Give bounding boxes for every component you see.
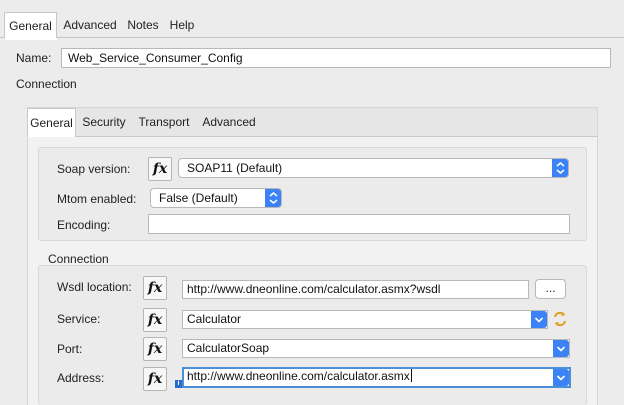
mtom-select[interactable]: False (Default) xyxy=(150,188,282,208)
inner-tab-transport-label: Transport xyxy=(138,115,190,129)
refresh-icon[interactable] xyxy=(552,310,568,328)
wsdl-fx-button[interactable]: fx xyxy=(143,276,167,300)
active-tab-joiner xyxy=(5,38,57,40)
inner-tab-security-label: Security xyxy=(82,115,126,129)
top-tab-bar: General Advanced Notes Help xyxy=(0,12,624,39)
tab-help[interactable]: Help xyxy=(166,12,198,39)
select-arrows-icon xyxy=(265,189,281,207)
service-combo[interactable]: Calculator xyxy=(182,310,548,329)
soap-version-fx-button[interactable]: fx xyxy=(148,157,172,181)
service-value: Calculator xyxy=(187,312,242,326)
tab-advanced-label: Advanced xyxy=(63,18,117,32)
inner-tab-general-label: General xyxy=(30,116,73,130)
inner-tab-bar: General Security Transport Advanced xyxy=(27,108,598,138)
connection-group-label: Connection xyxy=(48,252,109,266)
text-cursor xyxy=(410,369,412,382)
address-label: Address: xyxy=(57,371,105,385)
mtom-value: False (Default) xyxy=(159,191,238,205)
port-value: CalculatorSoap xyxy=(187,341,270,355)
soap-version-label: Soap version: xyxy=(57,162,131,176)
select-arrows-icon xyxy=(552,159,568,177)
chevron-down-icon xyxy=(553,369,569,386)
inner-tab-advanced-label: Advanced xyxy=(202,115,256,129)
chevron-down-icon xyxy=(531,311,547,328)
connection-section-label: Connection xyxy=(16,77,77,91)
info-icon: i xyxy=(175,380,182,388)
wsdl-location-field[interactable]: http://www.dneonline.com/calculator.asmx… xyxy=(182,280,529,299)
inner-tab-security[interactable]: Security xyxy=(79,108,129,137)
name-label: Name: xyxy=(16,51,52,65)
tab-help-label: Help xyxy=(169,18,195,32)
port-combo[interactable]: CalculatorSoap xyxy=(182,339,570,358)
tab-general-label: General xyxy=(9,19,52,33)
tab-notes[interactable]: Notes xyxy=(124,12,162,39)
address-value: http://www.dneonline.com/calculator.asmx xyxy=(187,369,410,383)
wsdl-location-label: Wsdl location: xyxy=(57,280,132,294)
encoding-field[interactable] xyxy=(148,214,570,234)
tab-notes-label: Notes xyxy=(127,18,159,32)
inner-tab-transport[interactable]: Transport xyxy=(135,108,193,137)
chevron-down-icon xyxy=(553,340,569,357)
address-fx-button[interactable]: fx xyxy=(143,367,167,391)
service-label: Service: xyxy=(57,312,101,326)
name-field[interactable]: Web_Service_Consumer_Config xyxy=(61,48,611,68)
encoding-label: Encoding: xyxy=(57,218,111,232)
port-label: Port: xyxy=(57,342,83,356)
service-fx-button[interactable]: fx xyxy=(143,308,167,332)
browse-button[interactable]: ... xyxy=(535,279,566,299)
address-combo[interactable]: http://www.dneonline.com/calculator.asmx xyxy=(182,367,571,388)
mtom-label: Mtom enabled: xyxy=(57,192,137,206)
port-fx-button[interactable]: fx xyxy=(143,337,167,361)
inner-tab-advanced[interactable]: Advanced xyxy=(199,108,259,137)
soap-version-value: SOAP11 (Default) xyxy=(187,161,283,175)
inner-tab-general[interactable]: General xyxy=(27,108,76,138)
soap-version-select[interactable]: SOAP11 (Default) xyxy=(178,158,569,178)
tab-general[interactable]: General xyxy=(4,12,57,39)
tab-advanced[interactable]: Advanced xyxy=(60,12,120,39)
